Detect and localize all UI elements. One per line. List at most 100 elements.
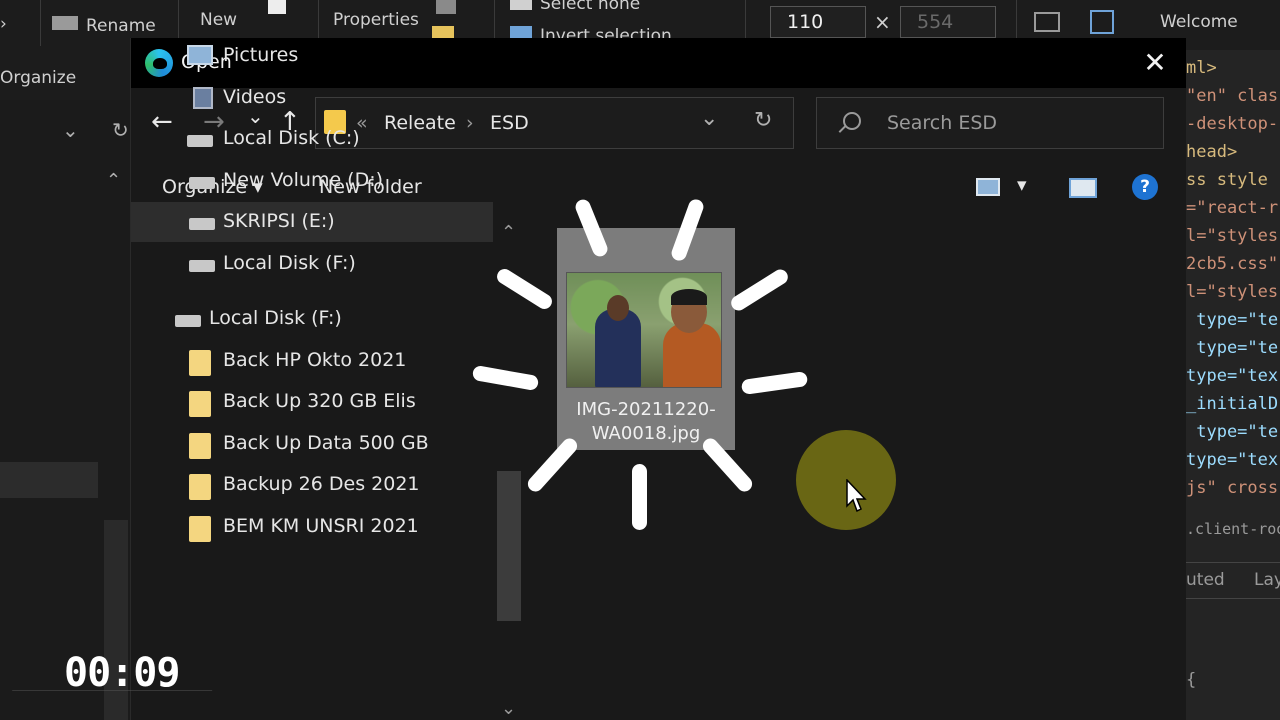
navigation-pane: Pictures Videos Local Disk (C:) New Volume …: [131, 44, 523, 720]
width-value: 110: [787, 11, 824, 33]
select-none-button[interactable]: Select none: [540, 0, 640, 14]
chevron-down-icon[interactable]: ⌄: [62, 118, 79, 142]
new-item-icon: [268, 0, 286, 14]
welcome-tab[interactable]: Welcome: [1160, 12, 1238, 32]
scroll-down-icon[interactable]: ⌄: [501, 698, 516, 719]
background-selected-row: [0, 462, 98, 498]
change-view-icon[interactable]: [976, 178, 1000, 196]
rename-button[interactable]: Rename: [86, 16, 156, 36]
drive-icon: [175, 315, 201, 327]
drive-icon: [189, 218, 215, 230]
scrollbar-thumb[interactable]: [497, 471, 521, 621]
width-input[interactable]: 110: [770, 6, 866, 38]
code-line: js" cross: [1186, 478, 1279, 498]
pictures-icon: [187, 45, 213, 65]
help-button[interactable]: ?: [1132, 174, 1158, 200]
devtools-tab-computed[interactable]: uted: [1186, 570, 1225, 590]
nav-item-label: Local Disk (F:): [209, 307, 342, 329]
address-dropdown-icon[interactable]: ⌄: [700, 106, 718, 131]
code-line: ss style: [1186, 170, 1268, 190]
nav-item-label: Backup 26 Des 2021: [223, 473, 420, 495]
devtools-code-panel: ml> "en" clas -desktop-head> ss style ="reac…: [1184, 50, 1280, 720]
code-line: l="styles: [1186, 282, 1279, 302]
code-brace: {: [1186, 670, 1197, 690]
nav-item-label: Back Up Data 500 GB: [223, 432, 429, 454]
css-selector: .client-root: [1186, 520, 1280, 538]
nav-item[interactable]: Backup 26 Des 2021: [131, 465, 493, 505]
search-box[interactable]: Search ESD: [816, 97, 1164, 149]
nav-item[interactable]: New Volume (D:): [131, 161, 493, 201]
screen-icon[interactable]: [1034, 12, 1060, 32]
device-toggle-icon[interactable]: [1090, 10, 1114, 34]
nav-item[interactable]: Local Disk (F:): [131, 244, 493, 284]
photo-person-right: [663, 323, 721, 387]
folder-icon: [189, 433, 211, 459]
file-item[interactable]: IMG-20211220-WA0018.jpg: [557, 228, 735, 450]
code-line: head>: [1186, 142, 1238, 162]
nav-item-label: New Volume (D:): [223, 169, 384, 191]
code-line: ="react-r: [1186, 198, 1279, 218]
nav-item[interactable]: Pictures: [131, 36, 493, 76]
photo-person-right-hair: [671, 289, 707, 305]
code-line: type="te: [1186, 422, 1279, 442]
refresh-icon[interactable]: ↻: [112, 118, 129, 142]
nav-item-label: Pictures: [223, 44, 299, 66]
nav-item[interactable]: Back Up 320 GB Elis: [131, 382, 493, 422]
drive-icon: [189, 260, 215, 272]
folder-icon: [189, 516, 211, 542]
folder-icon: [189, 350, 211, 376]
code-line: type="te: [1186, 310, 1279, 330]
nav-item-label: Local Disk (C:): [223, 127, 360, 149]
folder-icon: [189, 474, 211, 500]
image-thumbnail: [566, 272, 722, 388]
mouse-pointer-icon: [846, 479, 867, 513]
nav-item-label: BEM KM UNSRI 2021: [223, 515, 419, 537]
highlight-ray: [632, 464, 647, 530]
nav-item-label: Back HP Okto 2021: [223, 349, 407, 371]
nav-item-label: Back Up 320 GB Elis: [223, 390, 416, 412]
video-timer: 00:09: [64, 650, 180, 696]
code-line: 2cb5.css": [1186, 254, 1279, 274]
scroll-up-icon[interactable]: ⌃: [106, 170, 121, 191]
code-line: "en" clas: [1186, 86, 1279, 106]
scroll-up-icon[interactable]: ⌃: [501, 222, 516, 243]
drive-icon: [189, 177, 215, 189]
nav-item-label: SKRIPSI (E:): [223, 210, 335, 232]
nav-item[interactable]: Back Up Data 500 GB: [131, 424, 493, 464]
nav-item[interactable]: Back HP Okto 2021: [131, 341, 493, 381]
nav-item-label: Local Disk (F:): [223, 252, 356, 274]
organize-group-label: Organize: [0, 68, 77, 88]
videos-icon: [193, 87, 213, 109]
nav-item[interactable]: Local Disk (C:): [131, 119, 493, 159]
devtools-tab-layout[interactable]: Lay: [1254, 570, 1280, 590]
code-line: type="tex: [1186, 366, 1279, 386]
photo-person-left-head: [607, 295, 629, 321]
properties-icon: [436, 0, 456, 14]
nav-item-label: Videos: [223, 86, 287, 108]
rename-icon: [52, 16, 78, 30]
code-line: ml>: [1186, 58, 1217, 78]
close-button[interactable]: ✕: [1138, 46, 1172, 80]
invert-selection-icon: [510, 26, 532, 38]
code-line: type="tex: [1186, 450, 1279, 470]
preview-pane-icon[interactable]: [1069, 178, 1097, 198]
code-line: type="te: [1186, 338, 1279, 358]
nav-item[interactable]: SKRIPSI (E:): [131, 202, 493, 242]
nav-item[interactable]: Local Disk (F:): [131, 299, 493, 339]
nav-scrollbar[interactable]: ⌃ ⌄: [497, 222, 523, 720]
nav-item[interactable]: Videos: [131, 78, 493, 118]
system-drive-icon: [187, 135, 213, 147]
select-none-icon: [510, 0, 532, 10]
view-dropdown-button[interactable]: ▾: [1017, 174, 1027, 196]
search-icon: [843, 112, 861, 130]
properties-button[interactable]: Properties: [333, 10, 419, 30]
breadcrumb-esd[interactable]: ESD: [490, 112, 529, 134]
height-value: 554: [917, 11, 954, 33]
open-dialog: Open ✕ ← → ⌄ ↑ « Releate › ESD ⌄ ↻ Searc…: [130, 38, 1186, 720]
height-input[interactable]: 554: [900, 6, 996, 38]
folder-icon: [189, 391, 211, 417]
new-button[interactable]: New: [200, 10, 237, 30]
nav-item[interactable]: BEM KM UNSRI 2021: [131, 507, 493, 547]
invert-selection-button[interactable]: Invert selection: [540, 26, 672, 38]
refresh-button[interactable]: ↻: [754, 108, 772, 133]
